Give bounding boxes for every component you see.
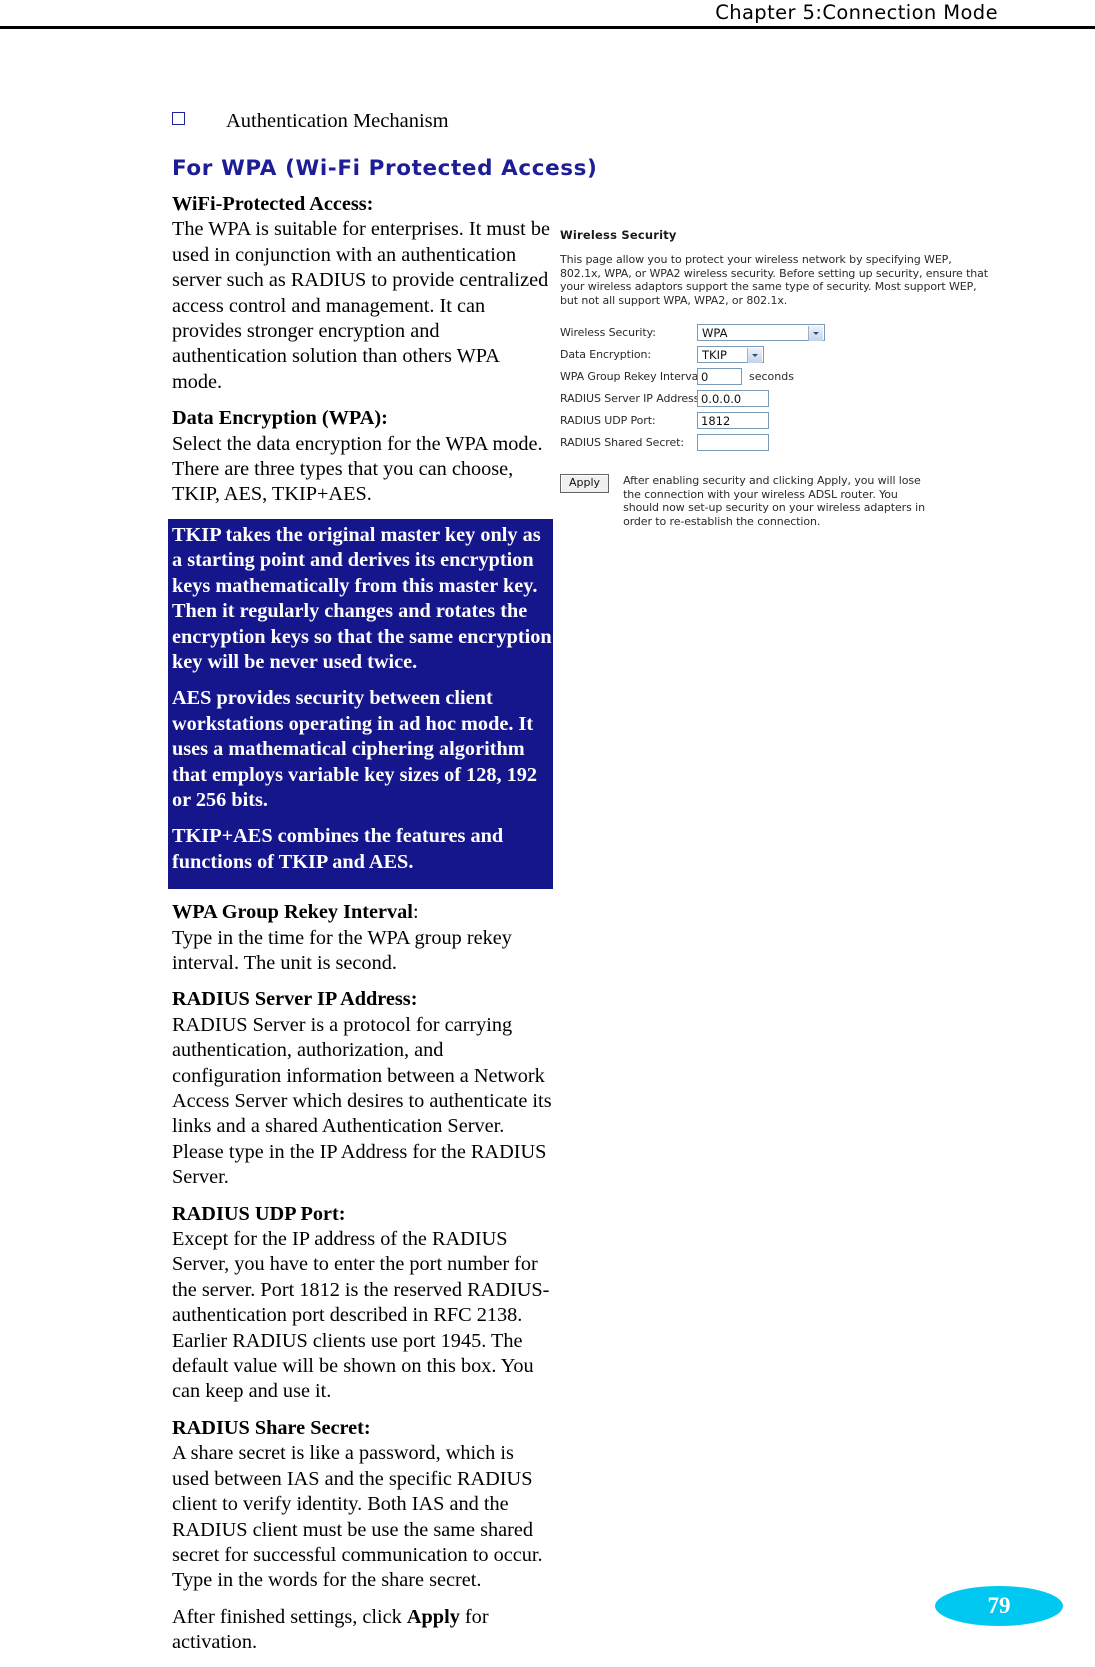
input-radius-udp-port[interactable]: 1812: [697, 411, 769, 429]
apply-note: After enabling security and clicking App…: [623, 474, 925, 528]
chevron-down-icon[interactable]: [808, 325, 823, 341]
text-group-rekey: Type in the time for the WPA group rekey…: [172, 926, 512, 974]
chevron-down-icon[interactable]: [747, 347, 762, 363]
unit-seconds: seconds: [749, 369, 794, 383]
para-group-rekey: WPA Group Rekey Interval: Type in the ti…: [172, 900, 553, 976]
callout-aes: AES provides security between client wor…: [172, 687, 538, 811]
para-radius-port: RADIUS UDP Port: Except for the IP addre…: [172, 1202, 553, 1405]
para-data-encryption: Data Encryption (WPA): Select the data e…: [172, 406, 553, 508]
page-number-badge: 79: [935, 1586, 1063, 1626]
label-group-rekey-interval: WPA Group Rekey Interval:: [560, 369, 705, 383]
bullet-authentication-mechanism: Authentication Mechanism: [172, 108, 592, 134]
label-data-encryption: Data Encryption (WPA):: [172, 407, 388, 430]
callout-tkip-aes: TKIP+AES combines the features and funct…: [172, 825, 504, 873]
label-radius-secret: RADIUS Share Secret:: [172, 1416, 371, 1439]
apply-button[interactable]: Apply: [560, 474, 610, 493]
input-radius-server-ip[interactable]: 0.0.0.0: [697, 389, 769, 407]
para-wifi-protected-access: WiFi-Protected Access: The WPA is suitab…: [172, 192, 553, 395]
input-group-rekey-interval[interactable]: 0: [697, 367, 742, 385]
left-text-column: WiFi-Protected Access: The WPA is suitab…: [168, 192, 553, 1667]
header-rule: [0, 26, 1095, 29]
label-radius-server-ip: RADIUS Server IP Address:: [560, 391, 703, 405]
page-header: Chapter 5:Connection Mode: [0, 0, 1095, 30]
input-radius-shared-secret[interactable]: [697, 433, 769, 451]
section-heading-wpa: For WPA (Wi-Fi Protected Access): [172, 156, 598, 181]
select-wireless-security[interactable]: WPA: [697, 323, 825, 341]
apply-area: Apply After enabling security and clicki…: [560, 474, 1010, 528]
text-wifi-protected-access: The WPA is suitable for enterprises. It …: [172, 218, 550, 393]
label-radius-ip: RADIUS Server IP Address:: [172, 988, 418, 1011]
label-group-rekey: WPA Group Rekey Interval: [172, 901, 413, 924]
select-data-encryption[interactable]: TKIP: [697, 345, 764, 363]
text-radius-ip: RADIUS Server is a protocol for carrying…: [172, 1013, 552, 1189]
text-data-encryption: Select the data encryption for the WPA m…: [172, 432, 543, 506]
select-wireless-security-value: WPA: [702, 325, 728, 340]
wireless-security-title: Wireless Security: [560, 228, 677, 242]
label-group-rekey-colon: :: [412, 901, 419, 924]
row-wireless-security: Wireless Security: WPA: [560, 321, 1010, 343]
text-radius-port: Except for the IP address of the RADIUS …: [172, 1228, 550, 1403]
label-radius-shared-secret: RADIUS Shared Secret:: [560, 435, 684, 449]
chapter-title: Chapter 5:Connection Mode: [715, 1, 998, 24]
wireless-security-screenshot: Wireless Security This page allow you to…: [560, 228, 1010, 528]
label-radius-port: RADIUS UDP Port:: [172, 1202, 346, 1225]
label-wireless-security: Wireless Security:: [560, 325, 656, 339]
wireless-security-description: This page allow you to protect your wire…: [560, 253, 989, 307]
label-wifi-protected-access: WiFi-Protected Access:: [172, 193, 374, 215]
label-radius-udp-port: RADIUS UDP Port:: [560, 413, 656, 427]
page-footer: 79: [0, 1568, 1095, 1638]
callout-encryption-types: TKIP takes the original master key only …: [168, 518, 553, 890]
square-bullet-icon: [172, 112, 185, 125]
row-radius-udp-port: RADIUS UDP Port: 1812: [560, 409, 1010, 431]
row-radius-shared-secret: RADIUS Shared Secret:: [560, 431, 1010, 453]
row-data-encryption: Data Encryption: TKIP: [560, 343, 1010, 365]
row-group-rekey-interval: WPA Group Rekey Interval: 0 seconds: [560, 365, 1010, 387]
label-data-encryption-field: Data Encryption:: [560, 347, 651, 361]
select-data-encryption-value: TKIP: [702, 347, 727, 362]
callout-tkip: TKIP takes the original master key only …: [172, 523, 552, 673]
bullet-label: Authentication Mechanism: [226, 110, 449, 132]
row-radius-server-ip: RADIUS Server IP Address: 0.0.0.0: [560, 387, 1010, 409]
para-radius-ip: RADIUS Server IP Address: RADIUS Server …: [172, 987, 553, 1190]
